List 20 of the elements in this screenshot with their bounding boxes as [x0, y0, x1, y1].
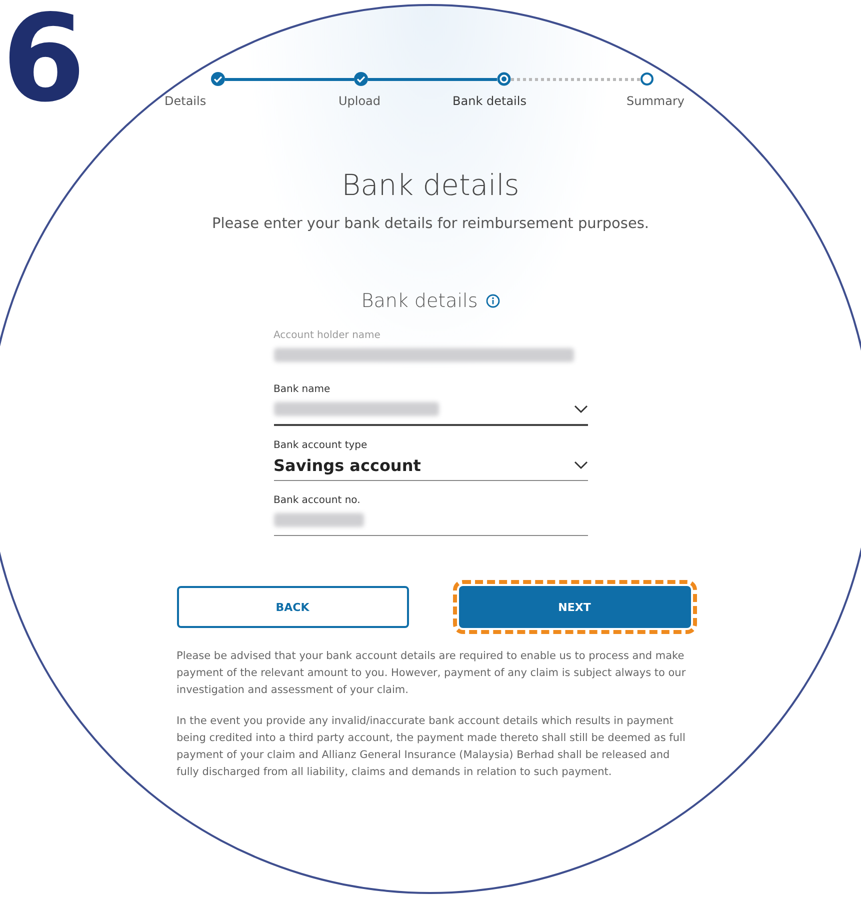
section-title: Bank details	[361, 290, 478, 312]
page-subtitle: Please enter your bank details for reimbursement purposes.	[210, 216, 650, 232]
input-field: Account holder name	[274, 330, 588, 370]
step-label: Bank details	[452, 94, 526, 108]
disclaimer-text: In the event you provide any invalid/inaccurate bank account details which results in payment being credited into a third party account, the payment made thereto shall still be deemed as full payment of your claim and Allianz General Insurance (Malaysia) Berhad shall be released and fully discharged from all liability, claims and demands in relation to such payment.	[176, 714, 686, 780]
info-icon[interactable]	[486, 294, 500, 308]
page-title: Bank details	[340, 168, 520, 202]
step-label: Upload	[338, 94, 381, 108]
pending-step-icon	[640, 72, 654, 86]
step-number: 6	[2, 0, 86, 120]
input-field[interactable]: Bank account no.	[274, 495, 588, 536]
disclaimer-text: Please be advised that your bank account details are required to enable us to process and make payment of the relevant amount to you. However, payment of any claim is subject always to our investigation and assessment of your claim.	[176, 649, 687, 698]
chevron-down-icon	[574, 404, 588, 414]
dropdown-field[interactable]: Bank name	[274, 384, 588, 426]
step-label: Details	[164, 94, 206, 108]
chevron-down-icon	[574, 460, 588, 470]
next-button[interactable]: NEXT	[458, 586, 690, 628]
dropdown-field[interactable]: Bank account type Savings account	[274, 440, 588, 481]
back-button[interactable]: BACK	[176, 586, 408, 628]
step-label: Summary	[626, 94, 684, 108]
